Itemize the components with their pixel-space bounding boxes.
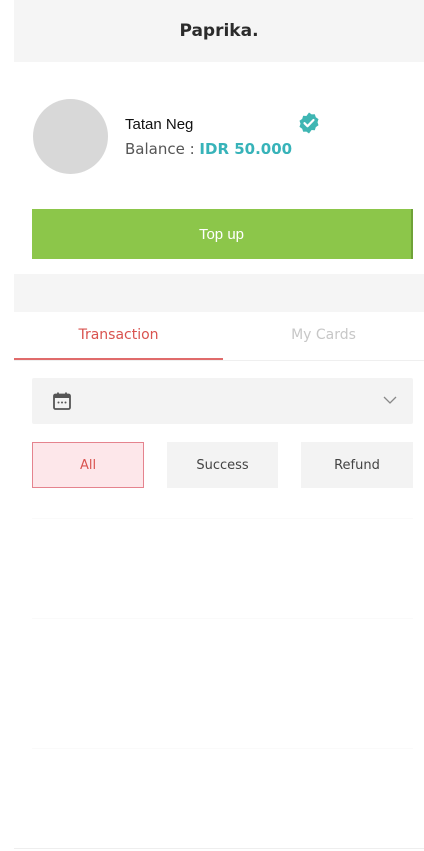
- placeholder-line: [32, 618, 413, 619]
- balance-label: Balance :: [125, 140, 200, 158]
- top-up-button[interactable]: Top up: [32, 209, 413, 259]
- tab-bar: Transaction My Cards: [14, 312, 424, 361]
- verified-badge-icon: [299, 112, 319, 134]
- app-screen: Paprika. Tatan Neg Balance : IDR 50.000 …: [14, 0, 424, 851]
- placeholder-line: [32, 518, 413, 519]
- placeholder-line: [32, 748, 413, 749]
- filter-refund-button[interactable]: Refund: [301, 442, 413, 488]
- avatar[interactable]: [33, 99, 108, 174]
- tab-my-cards[interactable]: My Cards: [223, 312, 424, 358]
- filter-success-button[interactable]: Success: [167, 442, 278, 488]
- app-title: Paprika.: [179, 21, 259, 41]
- calendar-icon: [53, 392, 71, 410]
- transaction-list-placeholder: [32, 518, 413, 750]
- tab-transaction[interactable]: Transaction: [14, 312, 223, 360]
- balance-amount: IDR 50.000: [199, 140, 293, 158]
- profile-card: Tatan Neg Balance : IDR 50.000 Top up: [14, 62, 424, 274]
- bottom-divider: [14, 848, 424, 849]
- section-divider: [14, 274, 424, 312]
- filter-all-button[interactable]: All: [32, 442, 144, 488]
- balance-text: Balance : IDR 50.000: [125, 140, 292, 158]
- app-header: Paprika.: [14, 0, 424, 63]
- date-filter-dropdown[interactable]: [32, 378, 413, 424]
- user-name: Tatan Neg: [125, 116, 194, 133]
- chevron-down-icon: [383, 396, 397, 404]
